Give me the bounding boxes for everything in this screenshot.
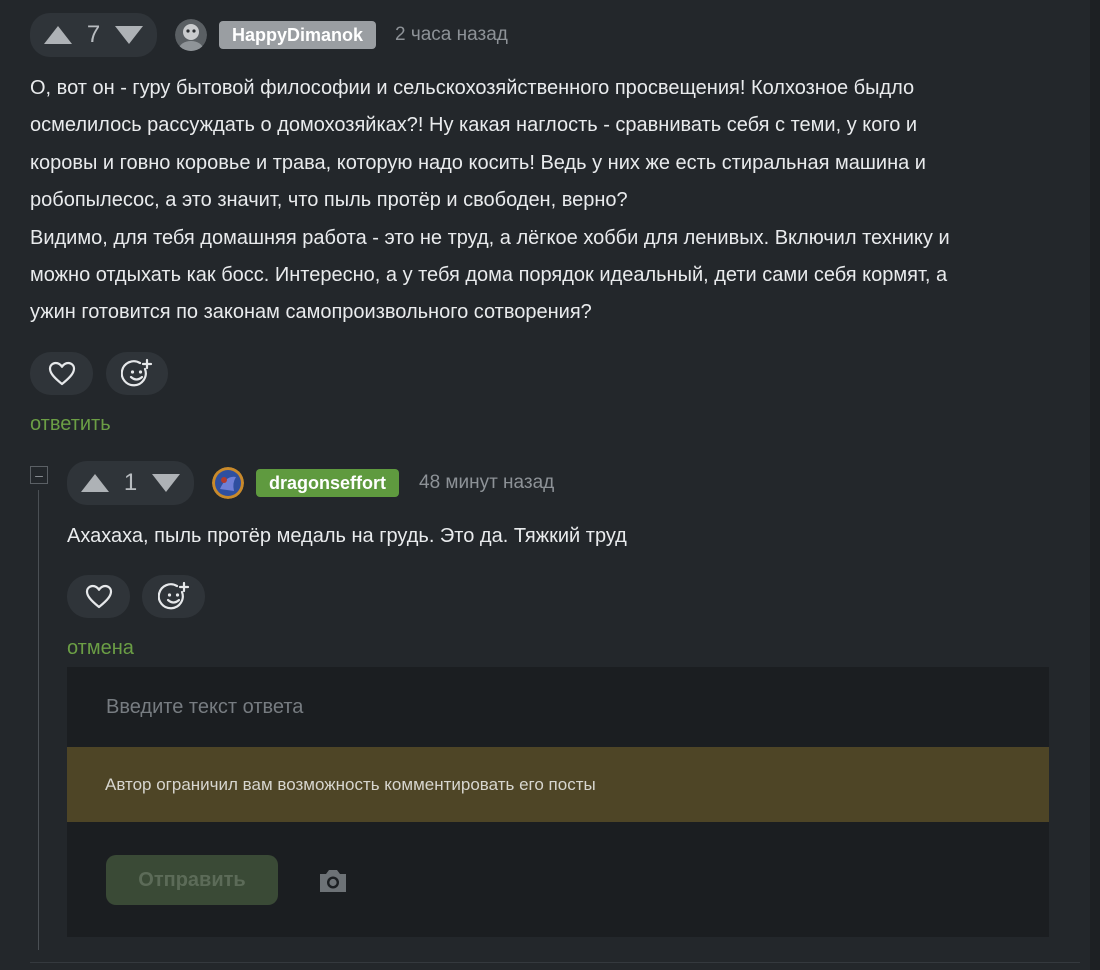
downvote-button[interactable] — [114, 25, 144, 45]
upvote-button[interactable] — [43, 25, 73, 45]
comment-line: коровы и говно коровье и трава, которую … — [30, 151, 926, 174]
emoji-add-icon — [157, 581, 189, 609]
heart-icon — [85, 584, 112, 608]
timestamp: 2 часа назад — [395, 24, 508, 45]
reply-text: Ахахаха, пыль протёр медаль на грудь. Эт… — [67, 525, 627, 547]
reaction-button[interactable] — [142, 575, 205, 618]
restriction-notice-text: Автор ограничил вам возможность комменти… — [105, 774, 596, 794]
triangle-up-icon — [81, 474, 109, 492]
send-button[interactable]: Отправить — [106, 855, 278, 905]
like-button[interactable] — [67, 575, 130, 618]
reply-placeholder: Введите текст ответа — [106, 696, 304, 718]
comment-line: робопылесос, а это значит, что пыль прот… — [30, 189, 628, 212]
emoji-add-icon — [121, 358, 153, 386]
vote-pill: 7 — [30, 13, 157, 57]
thread-line — [38, 490, 39, 950]
collapse-icon: – — [35, 467, 43, 483]
reply-textarea[interactable]: Введите текст ответа — [67, 667, 1049, 747]
username-badge[interactable]: HappyDimanok — [219, 21, 377, 49]
camera-icon — [320, 870, 346, 892]
username-badge[interactable]: dragonseffort — [256, 469, 399, 497]
username: dragonseffort — [269, 472, 386, 493]
restriction-notice: Автор ограничил вам возможность комменти… — [67, 747, 1049, 822]
divider — [30, 962, 1080, 963]
triangle-down-icon — [114, 26, 143, 44]
attach-photo-button[interactable] — [317, 867, 349, 895]
avatar[interactable] — [175, 19, 207, 51]
send-button-label: Отправить — [138, 868, 246, 891]
upvote-button[interactable] — [80, 473, 110, 493]
cancel-link[interactable]: отмена — [67, 637, 134, 660]
comment-line: ужин готовится по законам самопроизвольн… — [30, 301, 592, 324]
reaction-button[interactable] — [106, 352, 168, 395]
comment-line: осмелилось рассуждать о домохозяйках?! Н… — [30, 114, 918, 137]
reply-form: Введите текст ответа Автор ограничил вам… — [67, 667, 1049, 937]
reply-link[interactable]: ответить — [30, 413, 111, 436]
username: HappyDimanok — [232, 24, 364, 45]
timestamp: 48 минут назад — [419, 472, 555, 493]
comment-line: О, вот он - гуру бытовой философии и сел… — [30, 77, 915, 99]
like-button[interactable] — [30, 352, 93, 395]
collapse-thread-button[interactable]: – — [30, 466, 48, 484]
comment-text: О, вот он - гуру бытовой философии и сел… — [30, 70, 1080, 332]
comment-line: Видимо, для тебя домашняя работа - это н… — [30, 226, 950, 249]
scrollbar[interactable] — [1090, 0, 1100, 970]
heart-icon — [48, 361, 75, 385]
vote-count: 1 — [123, 469, 138, 496]
comment-line: можно отдыхать как босс. Интересно, а у … — [30, 264, 948, 287]
vote-pill: 1 — [67, 461, 194, 505]
vote-count: 7 — [86, 21, 101, 48]
downvote-button[interactable] — [151, 473, 181, 493]
avatar[interactable] — [212, 467, 244, 499]
triangle-up-icon — [44, 26, 72, 44]
triangle-down-icon — [151, 474, 180, 492]
